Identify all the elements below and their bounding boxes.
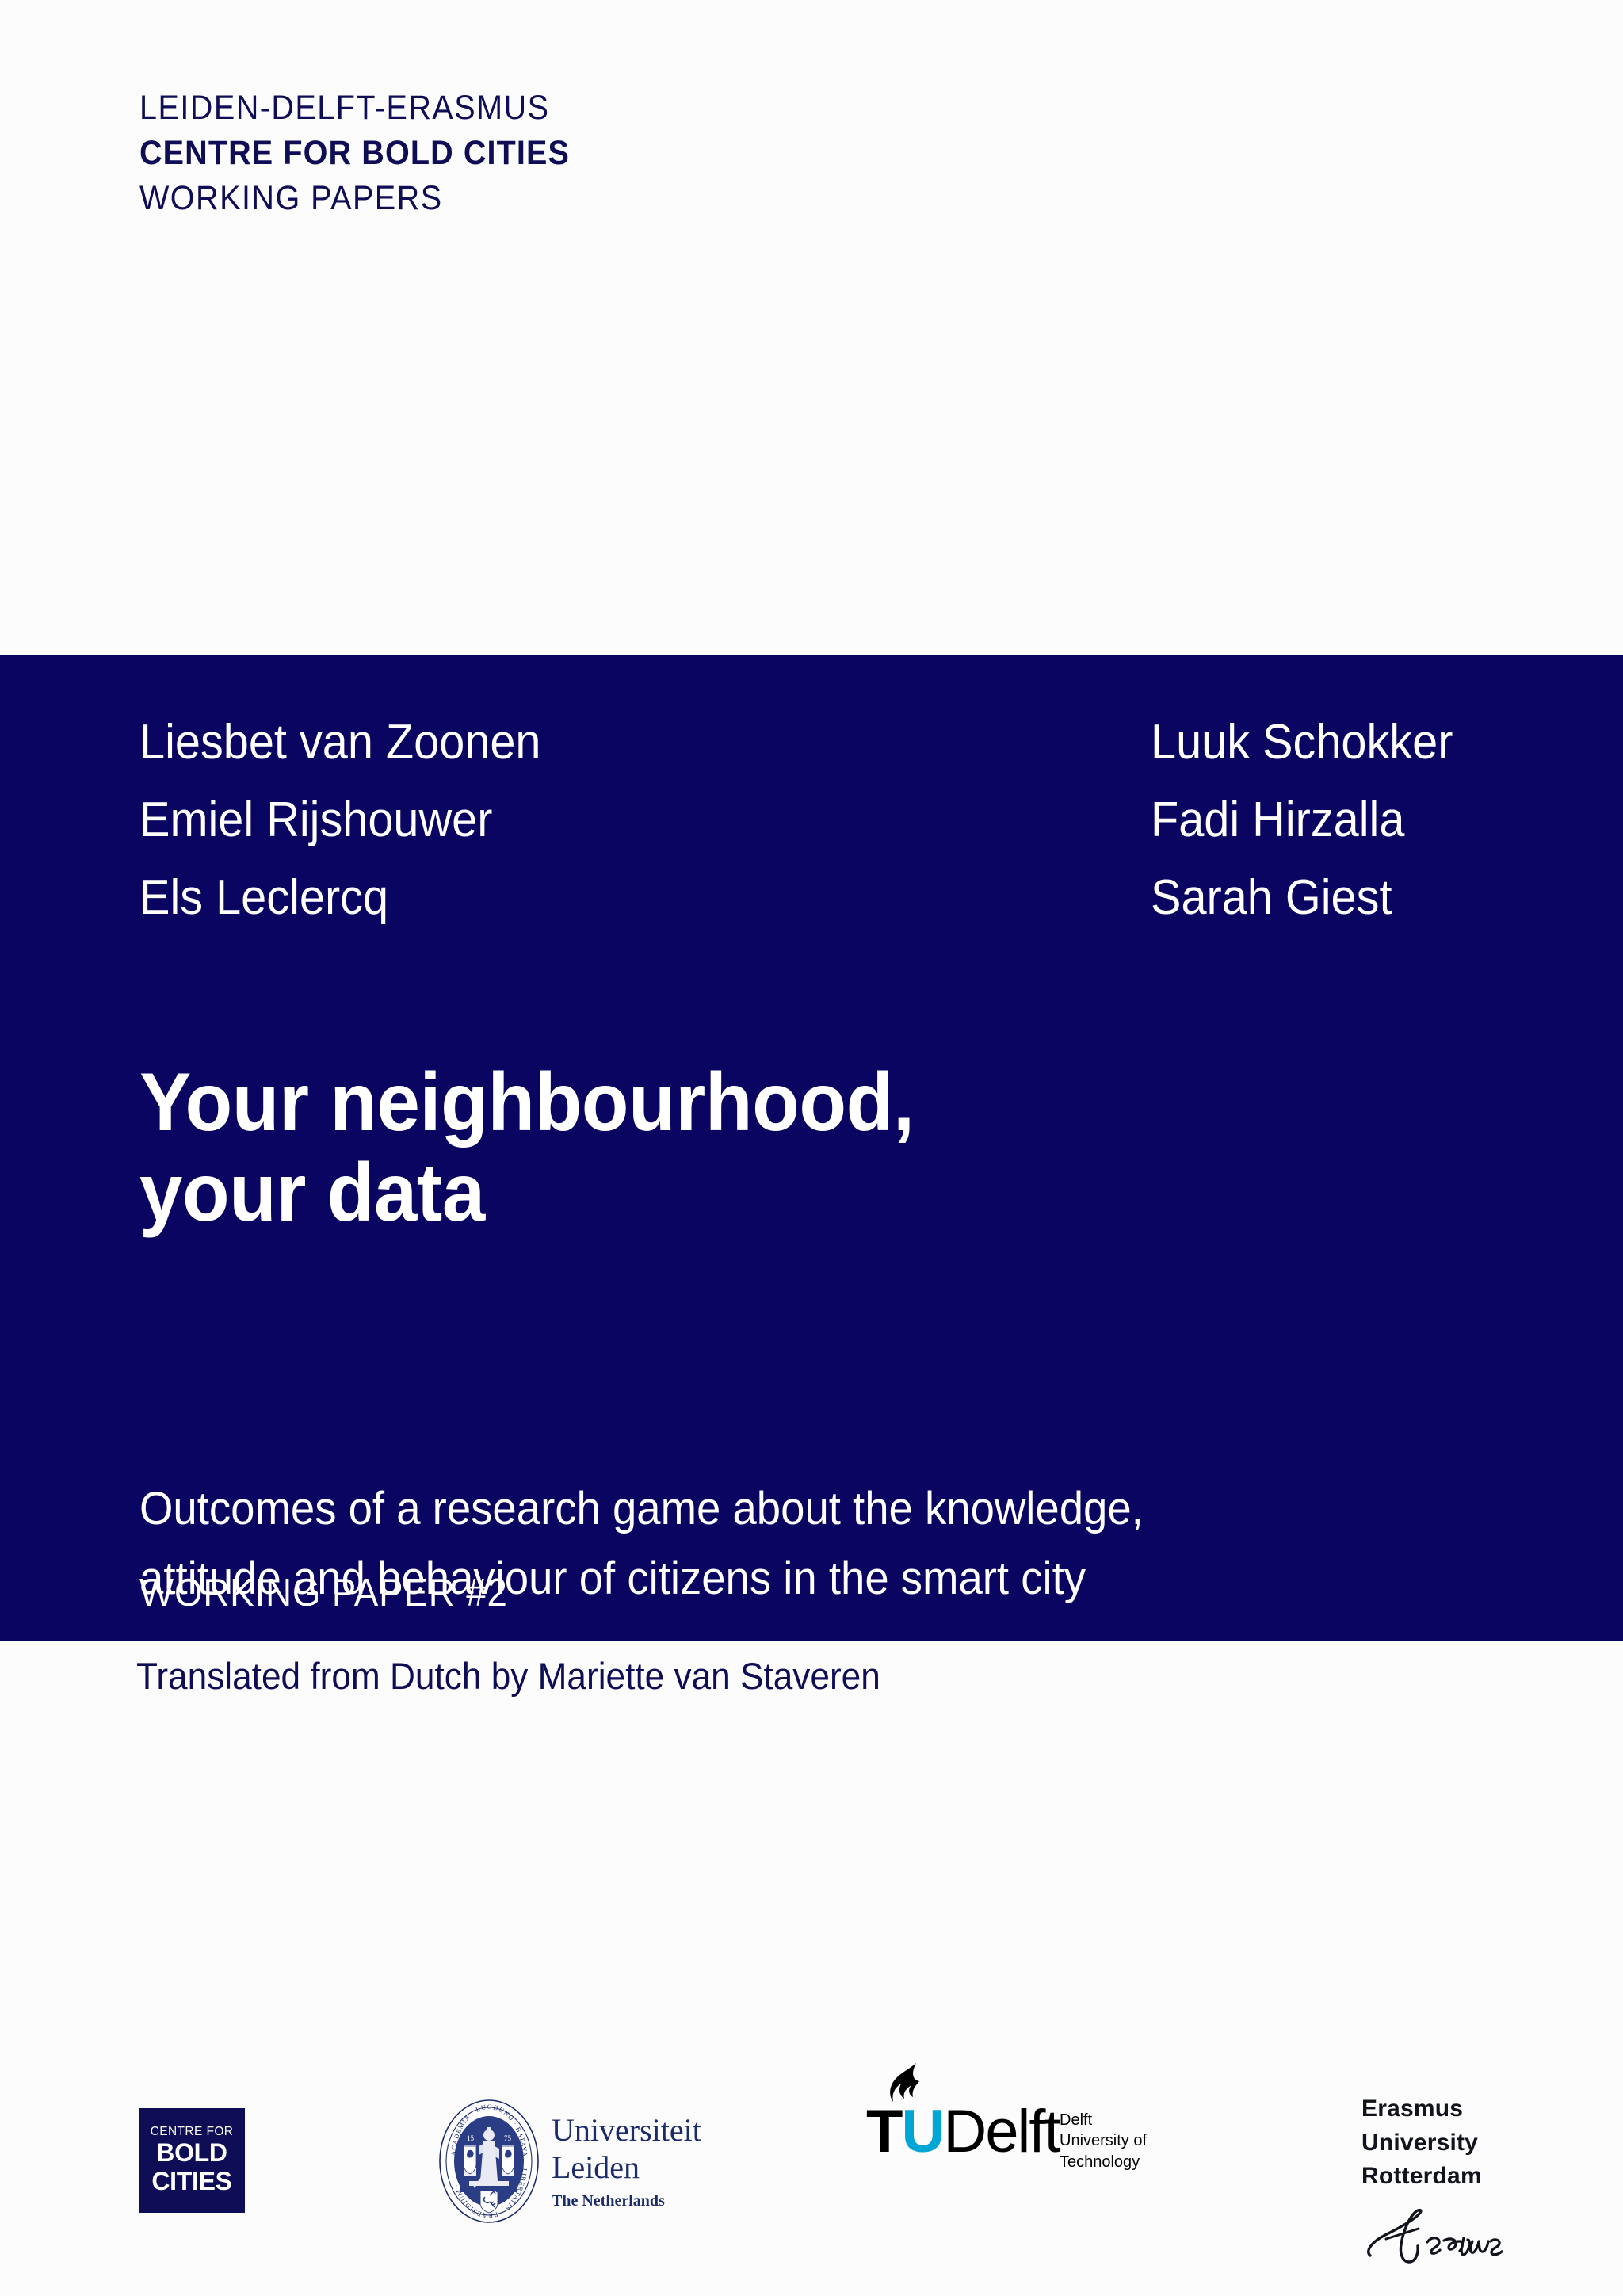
page-title: Your neighbourhood, your data: [139, 1057, 1487, 1239]
partner-logo-row: CENTRE FOR BOLD CITIES ACADEMIA · LUGDUN…: [0, 2063, 1623, 2264]
masthead-line-consortium: LEIDEN-DELFT-ERASMUS: [139, 89, 550, 127]
title-line-2: your data: [139, 1147, 485, 1240]
bold-cities-mark: CENTRE FOR BOLD CITIES: [139, 2108, 245, 2213]
masthead: LEIDEN-DELFT-ERASMUS CENTRE FOR BOLD CIT…: [139, 86, 1249, 220]
author-column-right: Luuk Schokker Fadi Hirzalla Sarah Giest: [1151, 704, 1476, 937]
masthead-line-centre: CENTRE FOR BOLD CITIES: [139, 133, 570, 172]
author-name: Els Leclercq: [139, 869, 389, 925]
bold-cities-line-cities: CITIES: [151, 2166, 232, 2195]
title-line-1: Your neighbourhood,: [139, 1056, 915, 1148]
tu-delft-word-delft: Delft: [943, 2098, 1060, 2165]
logo-erasmus-university-rotterdam: Erasmus University Rotterdam: [1361, 2092, 1506, 2272]
svg-text:75: 75: [504, 2134, 512, 2142]
author-name: Luuk Schokker: [1151, 715, 1453, 770]
bold-cities-line-bold: BOLD: [156, 2138, 227, 2168]
leiden-line-3: The Netherlands: [552, 2192, 665, 2210]
erasmus-line-1: Erasmus: [1361, 2095, 1464, 2122]
tu-delft-subtitle: Delft University of Technology: [1060, 2110, 1147, 2172]
author-name: Emiel Rijshouwer: [139, 792, 493, 847]
document-cover-page: LEIDEN-DELFT-ERASMUS CENTRE FOR BOLD CIT…: [0, 0, 1623, 2296]
logo-tu-delft: TUDelft Delft University of Technology: [866, 2063, 1147, 2171]
bold-cities-line-top: CENTRE FOR: [150, 2125, 234, 2139]
masthead-line-series: WORKING PAPERS: [139, 178, 443, 217]
erasmus-signature-icon: [1361, 2206, 1506, 2272]
translator-note: Translated from Dutch by Mariette van St…: [136, 1655, 880, 1697]
author-name: Fadi Hirzalla: [1151, 792, 1405, 847]
author-name: Liesbet van Zoonen: [139, 715, 541, 770]
leiden-line-2: Leiden: [552, 2149, 640, 2185]
erasmus-line-2: University: [1361, 2129, 1479, 2156]
tu-delft-flame-icon: [880, 2061, 930, 2114]
tu-delft-sub-line-2: University of: [1060, 2132, 1148, 2150]
logo-centre-for-bold-cities: CENTRE FOR BOLD CITIES: [139, 2108, 245, 2213]
working-paper-number: WORKING PAPER #2: [139, 1572, 508, 1614]
leiden-seal-icon: ACADEMIA · LUGDUNO · BATAVA LIBERTATIS ·…: [437, 2099, 540, 2224]
erasmus-line-3: Rotterdam: [1361, 2163, 1482, 2190]
tu-delft-sub-line-1: Delft: [1060, 2111, 1093, 2129]
subtitle-line-1: Outcomes of a research game about the kn…: [139, 1483, 1144, 1534]
author-column-left: Liesbet van Zoonen Emiel Rijshouwer Els …: [139, 704, 571, 937]
svg-text:15: 15: [467, 2134, 475, 2142]
tu-delft-sub-line-3: Technology: [1060, 2153, 1140, 2171]
logo-universiteit-leiden: ACADEMIA · LUGDUNO · BATAVA LIBERTATIS ·…: [437, 2099, 701, 2224]
author-name: Sarah Giest: [1151, 869, 1392, 925]
leiden-wordmark: Universiteit Leiden The Netherlands: [552, 2112, 701, 2211]
leiden-line-1: Universiteit: [552, 2111, 701, 2148]
